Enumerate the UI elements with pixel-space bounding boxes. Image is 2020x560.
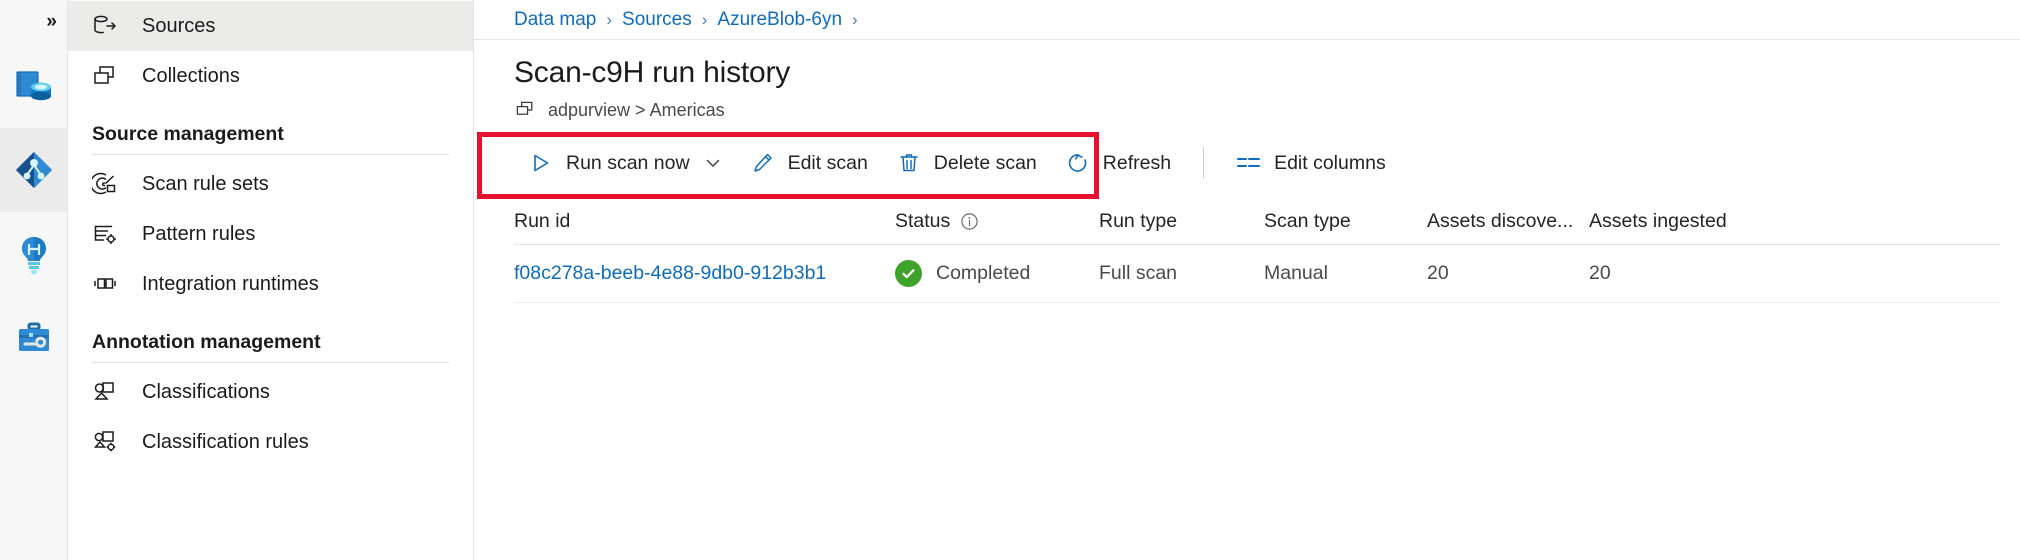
- table-row[interactable]: f08c278a-beeb-4e88-9db0-912b3b1 Complete…: [514, 245, 2000, 303]
- data-catalog-icon: [12, 64, 56, 108]
- sidebar-item-label: Classifications: [128, 381, 270, 404]
- sidebar-item-label: Sources: [128, 15, 215, 38]
- sidebar-item-pattern-rules[interactable]: Pattern rules: [68, 209, 473, 259]
- edit-columns-label: Edit columns: [1274, 152, 1386, 175]
- rail-item-insights[interactable]: [0, 212, 67, 296]
- left-icon-rail: »: [0, 0, 68, 560]
- sidebar-item-label: Scan rule sets: [128, 173, 269, 196]
- breadcrumb-item-sources[interactable]: Sources: [622, 9, 692, 31]
- column-header-scan-type[interactable]: Scan type: [1264, 210, 1427, 233]
- nav-group-title-source-management: Source management: [68, 101, 473, 154]
- left-navigation-panel: Sources Collections Source management: [68, 0, 474, 560]
- nav-divider: [92, 154, 449, 155]
- cell-status: Completed: [895, 260, 1099, 287]
- cell-scan-type: Manual: [1264, 262, 1427, 285]
- success-check-icon: [895, 260, 922, 287]
- nav-divider: [92, 362, 449, 363]
- pattern-rules-icon: [92, 221, 128, 247]
- play-icon: [528, 152, 554, 174]
- lightbulb-insights-icon: [12, 232, 56, 276]
- run-scan-now-button[interactable]: Run scan now: [514, 141, 736, 185]
- expand-nav-button[interactable]: »: [0, 0, 67, 44]
- breadcrumb-item-data-map[interactable]: Data map: [514, 9, 596, 31]
- collection-path: adpurview > Americas: [514, 99, 2020, 121]
- sidebar-item-label: Collections: [128, 65, 240, 88]
- collections-icon: [92, 63, 128, 89]
- sidebar-item-sources[interactable]: Sources: [68, 1, 473, 51]
- sidebar-item-classification-rules[interactable]: Classification rules: [68, 417, 473, 467]
- breadcrumb-item-azureblob[interactable]: AzureBlob-6yn: [717, 9, 842, 31]
- collection-path-label: adpurview > Americas: [548, 100, 725, 121]
- purview-scan-run-history-page: »: [0, 0, 2020, 560]
- scan-rule-sets-icon: [92, 171, 128, 197]
- double-chevron-right-icon: »: [46, 11, 55, 33]
- breadcrumb-separator-icon: ›: [606, 10, 612, 30]
- status-label: Completed: [936, 262, 1030, 285]
- collection-icon: [514, 99, 536, 121]
- column-header-run-type[interactable]: Run type: [1099, 210, 1264, 233]
- delete-scan-button[interactable]: Delete scan: [882, 141, 1051, 185]
- rail-item-data-map[interactable]: [0, 128, 67, 212]
- refresh-button[interactable]: Refresh: [1051, 141, 1185, 185]
- column-header-status[interactable]: Status: [895, 210, 1099, 233]
- table-header-row: Run id Status Run type Scan type Assets …: [514, 199, 2000, 245]
- column-header-run-id[interactable]: Run id: [514, 210, 895, 233]
- refresh-icon: [1065, 151, 1091, 175]
- command-bar-wrapper: Run scan now Edit scan: [474, 131, 2020, 195]
- main-content: Data map › Sources › AzureBlob-6yn › Sca…: [474, 0, 2020, 560]
- column-header-status-label: Status: [895, 210, 950, 233]
- sidebar-item-classifications[interactable]: Classifications: [68, 367, 473, 417]
- edit-scan-button[interactable]: Edit scan: [736, 141, 882, 185]
- page-header: Scan-c9H run history adpurview > America…: [474, 40, 2020, 121]
- cell-run-type: Full scan: [1099, 262, 1264, 285]
- refresh-label: Refresh: [1103, 152, 1171, 175]
- page-title: Scan-c9H run history: [514, 56, 2020, 89]
- cell-assets-discovered: 20: [1427, 262, 1589, 285]
- column-header-assets-discovered[interactable]: Assets discove...: [1427, 210, 1589, 233]
- classification-rules-icon: [92, 429, 128, 455]
- command-bar-divider: [1203, 147, 1204, 179]
- columns-icon: [1236, 152, 1262, 174]
- chevron-down-icon[interactable]: [704, 154, 722, 172]
- info-icon[interactable]: [960, 212, 979, 231]
- run-history-table: Run id Status Run type Scan type Assets …: [474, 199, 2020, 303]
- cell-run-id: f08c278a-beeb-4e88-9db0-912b3b1: [514, 262, 895, 285]
- edit-columns-button[interactable]: Edit columns: [1222, 141, 1400, 185]
- management-toolbox-icon: [12, 316, 56, 360]
- cell-assets-ingested: 20: [1589, 262, 1789, 285]
- trash-icon: [896, 152, 922, 174]
- nav-group-title-annotation-management: Annotation management: [68, 309, 473, 362]
- edit-scan-label: Edit scan: [788, 152, 868, 175]
- integration-runtimes-icon: [92, 271, 128, 297]
- sidebar-item-scan-rule-sets[interactable]: Scan rule sets: [68, 159, 473, 209]
- data-map-icon: [12, 148, 56, 192]
- rail-item-data-catalog[interactable]: [0, 44, 67, 128]
- sidebar-item-label: Integration runtimes: [128, 273, 319, 296]
- sidebar-item-label: Classification rules: [128, 431, 309, 454]
- breadcrumb: Data map › Sources › AzureBlob-6yn ›: [474, 0, 2020, 40]
- sidebar-item-label: Pattern rules: [128, 223, 255, 246]
- run-id-link[interactable]: f08c278a-beeb-4e88-9db0-912b3b1: [514, 262, 878, 285]
- column-header-assets-ingested[interactable]: Assets ingested: [1589, 210, 1789, 233]
- breadcrumb-separator-icon: ›: [852, 10, 858, 30]
- classifications-icon: [92, 379, 128, 405]
- sidebar-item-collections[interactable]: Collections: [68, 51, 473, 101]
- run-scan-now-label: Run scan now: [566, 152, 690, 175]
- rail-item-management[interactable]: [0, 296, 67, 380]
- sources-icon: [92, 13, 128, 39]
- delete-scan-label: Delete scan: [934, 152, 1037, 175]
- breadcrumb-separator-icon: ›: [702, 10, 708, 30]
- sidebar-item-integration-runtimes[interactable]: Integration runtimes: [68, 259, 473, 309]
- pencil-icon: [750, 152, 776, 174]
- command-bar: Run scan now Edit scan: [514, 131, 2020, 195]
